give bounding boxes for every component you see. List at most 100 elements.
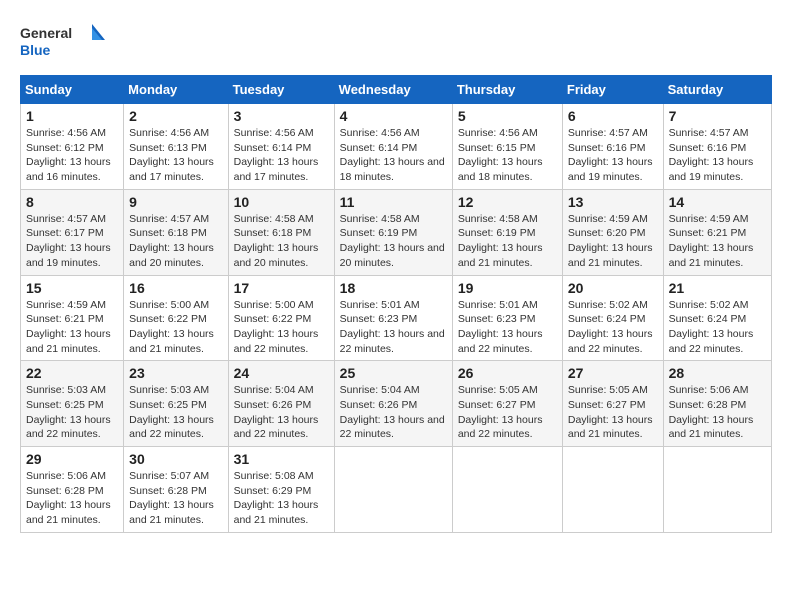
day-number: 2 [129, 108, 222, 124]
calendar-cell: 17 Sunrise: 5:00 AM Sunset: 6:22 PM Dayl… [228, 275, 334, 361]
calendar-week-2: 8 Sunrise: 4:57 AM Sunset: 6:17 PM Dayli… [21, 189, 772, 275]
calendar-cell: 19 Sunrise: 5:01 AM Sunset: 6:23 PM Dayl… [452, 275, 562, 361]
day-number: 21 [669, 280, 766, 296]
day-number: 3 [234, 108, 329, 124]
svg-text:General: General [20, 25, 72, 41]
page-header: General Blue [20, 20, 772, 65]
day-info: Sunrise: 5:01 AM Sunset: 6:23 PM Dayligh… [458, 298, 557, 357]
calendar-cell: 10 Sunrise: 4:58 AM Sunset: 6:18 PM Dayl… [228, 189, 334, 275]
day-number: 11 [340, 194, 447, 210]
day-number: 15 [26, 280, 118, 296]
calendar-cell: 15 Sunrise: 4:59 AM Sunset: 6:21 PM Dayl… [21, 275, 124, 361]
day-info: Sunrise: 4:56 AM Sunset: 6:14 PM Dayligh… [234, 126, 329, 185]
day-info: Sunrise: 4:59 AM Sunset: 6:21 PM Dayligh… [26, 298, 118, 357]
calendar-week-5: 29 Sunrise: 5:06 AM Sunset: 6:28 PM Dayl… [21, 447, 772, 533]
calendar-cell: 8 Sunrise: 4:57 AM Sunset: 6:17 PM Dayli… [21, 189, 124, 275]
day-number: 23 [129, 365, 222, 381]
calendar-cell: 1 Sunrise: 4:56 AM Sunset: 6:12 PM Dayli… [21, 104, 124, 190]
day-number: 19 [458, 280, 557, 296]
day-number: 10 [234, 194, 329, 210]
column-header-tuesday: Tuesday [228, 76, 334, 104]
calendar-cell: 16 Sunrise: 5:00 AM Sunset: 6:22 PM Dayl… [124, 275, 228, 361]
calendar-cell [562, 447, 663, 533]
day-info: Sunrise: 4:58 AM Sunset: 6:19 PM Dayligh… [340, 212, 447, 271]
day-info: Sunrise: 4:59 AM Sunset: 6:21 PM Dayligh… [669, 212, 766, 271]
calendar-cell: 4 Sunrise: 4:56 AM Sunset: 6:14 PM Dayli… [334, 104, 452, 190]
day-number: 20 [568, 280, 658, 296]
day-number: 25 [340, 365, 447, 381]
day-number: 14 [669, 194, 766, 210]
day-number: 22 [26, 365, 118, 381]
day-number: 24 [234, 365, 329, 381]
svg-text:Blue: Blue [20, 42, 51, 58]
logo: General Blue [20, 20, 110, 65]
calendar-cell: 27 Sunrise: 5:05 AM Sunset: 6:27 PM Dayl… [562, 361, 663, 447]
day-info: Sunrise: 4:57 AM Sunset: 6:17 PM Dayligh… [26, 212, 118, 271]
calendar-cell: 3 Sunrise: 4:56 AM Sunset: 6:14 PM Dayli… [228, 104, 334, 190]
day-number: 6 [568, 108, 658, 124]
calendar-cell: 24 Sunrise: 5:04 AM Sunset: 6:26 PM Dayl… [228, 361, 334, 447]
day-info: Sunrise: 5:06 AM Sunset: 6:28 PM Dayligh… [669, 383, 766, 442]
calendar-week-1: 1 Sunrise: 4:56 AM Sunset: 6:12 PM Dayli… [21, 104, 772, 190]
calendar-cell: 31 Sunrise: 5:08 AM Sunset: 6:29 PM Dayl… [228, 447, 334, 533]
calendar-week-3: 15 Sunrise: 4:59 AM Sunset: 6:21 PM Dayl… [21, 275, 772, 361]
day-info: Sunrise: 4:57 AM Sunset: 6:16 PM Dayligh… [568, 126, 658, 185]
calendar-cell: 5 Sunrise: 4:56 AM Sunset: 6:15 PM Dayli… [452, 104, 562, 190]
calendar-cell: 21 Sunrise: 5:02 AM Sunset: 6:24 PM Dayl… [663, 275, 771, 361]
day-info: Sunrise: 4:58 AM Sunset: 6:19 PM Dayligh… [458, 212, 557, 271]
day-number: 7 [669, 108, 766, 124]
day-number: 9 [129, 194, 222, 210]
day-number: 27 [568, 365, 658, 381]
day-info: Sunrise: 4:59 AM Sunset: 6:20 PM Dayligh… [568, 212, 658, 271]
day-info: Sunrise: 5:03 AM Sunset: 6:25 PM Dayligh… [129, 383, 222, 442]
day-info: Sunrise: 4:56 AM Sunset: 6:13 PM Dayligh… [129, 126, 222, 185]
day-number: 26 [458, 365, 557, 381]
day-info: Sunrise: 5:00 AM Sunset: 6:22 PM Dayligh… [234, 298, 329, 357]
calendar-cell [663, 447, 771, 533]
calendar-cell [452, 447, 562, 533]
column-header-thursday: Thursday [452, 76, 562, 104]
day-info: Sunrise: 5:03 AM Sunset: 6:25 PM Dayligh… [26, 383, 118, 442]
column-header-friday: Friday [562, 76, 663, 104]
day-info: Sunrise: 5:06 AM Sunset: 6:28 PM Dayligh… [26, 469, 118, 528]
calendar-cell: 30 Sunrise: 5:07 AM Sunset: 6:28 PM Dayl… [124, 447, 228, 533]
day-number: 30 [129, 451, 222, 467]
column-header-saturday: Saturday [663, 76, 771, 104]
day-info: Sunrise: 4:58 AM Sunset: 6:18 PM Dayligh… [234, 212, 329, 271]
calendar-cell: 20 Sunrise: 5:02 AM Sunset: 6:24 PM Dayl… [562, 275, 663, 361]
calendar-cell: 14 Sunrise: 4:59 AM Sunset: 6:21 PM Dayl… [663, 189, 771, 275]
calendar-cell: 12 Sunrise: 4:58 AM Sunset: 6:19 PM Dayl… [452, 189, 562, 275]
column-header-monday: Monday [124, 76, 228, 104]
calendar-cell: 28 Sunrise: 5:06 AM Sunset: 6:28 PM Dayl… [663, 361, 771, 447]
day-number: 4 [340, 108, 447, 124]
day-info: Sunrise: 4:56 AM Sunset: 6:14 PM Dayligh… [340, 126, 447, 185]
day-info: Sunrise: 5:07 AM Sunset: 6:28 PM Dayligh… [129, 469, 222, 528]
calendar-week-4: 22 Sunrise: 5:03 AM Sunset: 6:25 PM Dayl… [21, 361, 772, 447]
day-info: Sunrise: 5:02 AM Sunset: 6:24 PM Dayligh… [669, 298, 766, 357]
day-info: Sunrise: 5:02 AM Sunset: 6:24 PM Dayligh… [568, 298, 658, 357]
calendar-cell: 23 Sunrise: 5:03 AM Sunset: 6:25 PM Dayl… [124, 361, 228, 447]
day-number: 16 [129, 280, 222, 296]
day-info: Sunrise: 4:56 AM Sunset: 6:12 PM Dayligh… [26, 126, 118, 185]
calendar-table: SundayMondayTuesdayWednesdayThursdayFrid… [20, 75, 772, 533]
column-header-sunday: Sunday [21, 76, 124, 104]
calendar-cell: 18 Sunrise: 5:01 AM Sunset: 6:23 PM Dayl… [334, 275, 452, 361]
calendar-cell: 25 Sunrise: 5:04 AM Sunset: 6:26 PM Dayl… [334, 361, 452, 447]
day-number: 5 [458, 108, 557, 124]
day-info: Sunrise: 4:57 AM Sunset: 6:18 PM Dayligh… [129, 212, 222, 271]
day-number: 18 [340, 280, 447, 296]
calendar-cell: 7 Sunrise: 4:57 AM Sunset: 6:16 PM Dayli… [663, 104, 771, 190]
day-info: Sunrise: 5:00 AM Sunset: 6:22 PM Dayligh… [129, 298, 222, 357]
calendar-cell: 22 Sunrise: 5:03 AM Sunset: 6:25 PM Dayl… [21, 361, 124, 447]
day-number: 17 [234, 280, 329, 296]
day-info: Sunrise: 5:01 AM Sunset: 6:23 PM Dayligh… [340, 298, 447, 357]
day-number: 12 [458, 194, 557, 210]
day-info: Sunrise: 4:57 AM Sunset: 6:16 PM Dayligh… [669, 126, 766, 185]
calendar-cell: 6 Sunrise: 4:57 AM Sunset: 6:16 PM Dayli… [562, 104, 663, 190]
calendar-cell: 2 Sunrise: 4:56 AM Sunset: 6:13 PM Dayli… [124, 104, 228, 190]
day-number: 13 [568, 194, 658, 210]
day-info: Sunrise: 5:04 AM Sunset: 6:26 PM Dayligh… [234, 383, 329, 442]
calendar-cell: 26 Sunrise: 5:05 AM Sunset: 6:27 PM Dayl… [452, 361, 562, 447]
calendar-cell: 11 Sunrise: 4:58 AM Sunset: 6:19 PM Dayl… [334, 189, 452, 275]
calendar-cell: 9 Sunrise: 4:57 AM Sunset: 6:18 PM Dayli… [124, 189, 228, 275]
